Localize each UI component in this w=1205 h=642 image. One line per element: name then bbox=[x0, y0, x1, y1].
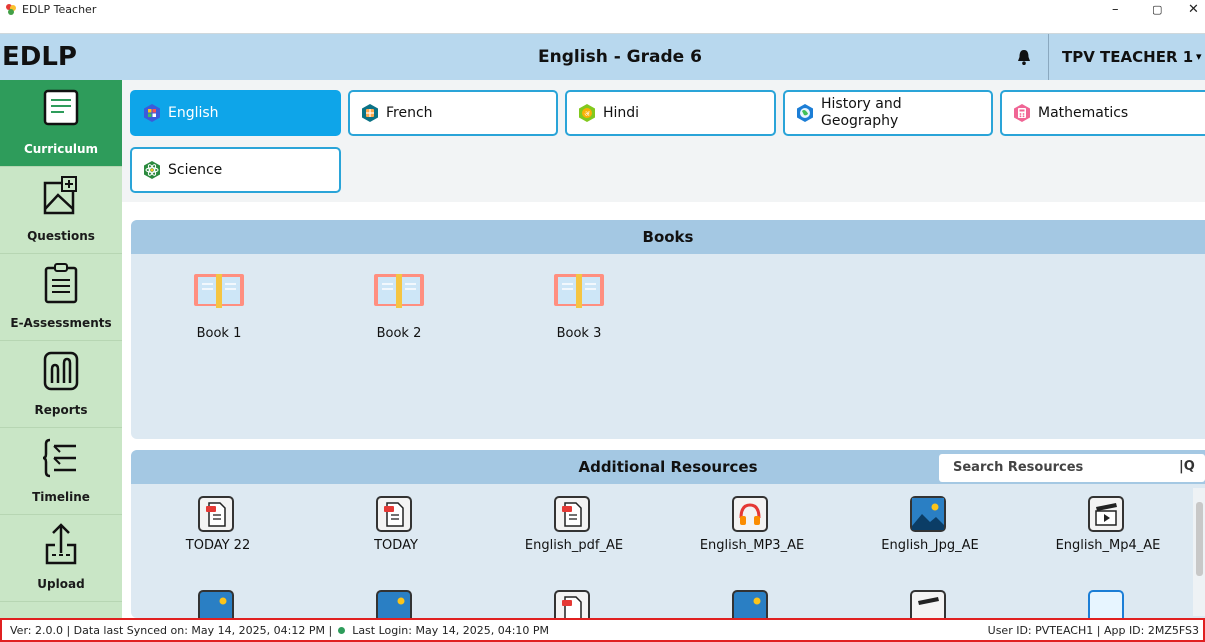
resource-title: English_Jpg_AE bbox=[881, 538, 979, 553]
globe-subject-icon bbox=[797, 104, 813, 122]
app-header: EDLP English - Grade 6 TPV TEACHER 1 ▾ bbox=[0, 34, 1205, 80]
upload-icon bbox=[45, 523, 77, 565]
book-icon bbox=[554, 274, 604, 308]
image-file-icon bbox=[376, 590, 412, 618]
user-menu[interactable]: TPV TEACHER 1 bbox=[1062, 34, 1193, 80]
books-panel: Books Book 1 Book 2 Book 3 bbox=[131, 220, 1205, 439]
sidebar-item-upload[interactable]: Upload bbox=[0, 515, 122, 602]
last-login-text: Last Login: May 14, 2025, 04:10 PM bbox=[352, 624, 550, 637]
book-title: Book 1 bbox=[196, 326, 242, 341]
status-left: Ver: 2.0.0 | Data last Synced on: May 14… bbox=[10, 624, 550, 637]
resource-title: English_pdf_AE bbox=[524, 538, 624, 553]
timeline-icon bbox=[42, 438, 76, 478]
reports-icon bbox=[43, 351, 79, 391]
english-subject-icon bbox=[144, 104, 160, 122]
sidebar-item-e-assessments[interactable]: E-Assessments bbox=[0, 254, 122, 341]
pdf-file-icon bbox=[554, 590, 590, 618]
resources-scrollbar[interactable] bbox=[1193, 488, 1205, 616]
user-id-text: User ID: PVTEACH1 bbox=[987, 624, 1094, 637]
svg-text:अ: अ bbox=[584, 110, 590, 118]
search-placeholder: Search Resources bbox=[953, 460, 1084, 475]
hindi-subject-icon: अ bbox=[579, 104, 595, 122]
pdf-file-icon bbox=[198, 496, 234, 532]
brand-logo: EDLP bbox=[0, 34, 122, 80]
mathematics-subject-icon bbox=[1014, 104, 1030, 122]
window-titlebar: EDLP Teacher – ▢ ✕ bbox=[0, 0, 1205, 34]
book-title: Book 2 bbox=[376, 326, 422, 341]
book-icon bbox=[374, 274, 424, 308]
search-icon[interactable]: |Q bbox=[1179, 459, 1195, 474]
tab-label: English bbox=[168, 104, 219, 121]
books-panel-title: Books bbox=[131, 220, 1205, 254]
chevron-down-icon[interactable]: ▾ bbox=[1196, 50, 1202, 63]
tab-label: History and Geography bbox=[821, 96, 902, 129]
image-file-icon bbox=[910, 496, 946, 532]
science-subject-icon bbox=[144, 161, 160, 179]
sync-text: Data last Synced on: May 14, 2025, 04:12… bbox=[73, 624, 325, 637]
header-divider bbox=[1048, 34, 1049, 80]
book-icon bbox=[194, 274, 244, 308]
tab-label: French bbox=[386, 104, 433, 121]
resource-title: English_Mp4_AE bbox=[1055, 538, 1161, 553]
version-text: Ver: 2.0.0 bbox=[10, 624, 63, 637]
french-subject-icon bbox=[362, 104, 378, 122]
tab-history-and-geography[interactable]: History and Geography bbox=[783, 90, 993, 136]
status-right: User ID: PVTEACH1 | App ID: 2MZ5FS3 bbox=[987, 624, 1199, 637]
sidebar-item-timeline[interactable]: Timeline bbox=[0, 428, 122, 515]
video-file-icon bbox=[1088, 496, 1124, 532]
tab-english[interactable]: English bbox=[130, 90, 341, 136]
sidebar-item-reports[interactable]: Reports bbox=[0, 341, 122, 428]
image-file-icon bbox=[198, 590, 234, 618]
sidebar-item-label: Curriculum bbox=[23, 142, 99, 156]
e-assessments-icon bbox=[44, 263, 78, 304]
video-file-icon bbox=[910, 590, 946, 618]
minimize-button[interactable]: – bbox=[1112, 2, 1119, 17]
book-title: Book 3 bbox=[556, 326, 602, 341]
sidebar: Curriculum Questions E-Assessments Repor… bbox=[0, 80, 122, 618]
questions-icon bbox=[43, 176, 77, 215]
bell-icon[interactable] bbox=[1015, 48, 1033, 66]
tab-science[interactable]: Science bbox=[130, 147, 341, 193]
tab-mathematics[interactable]: Mathematics bbox=[1000, 90, 1205, 136]
scrollbar-thumb[interactable] bbox=[1196, 502, 1203, 576]
resource-title: English_MP3_AE bbox=[699, 538, 805, 553]
resource-title: TODAY bbox=[374, 538, 418, 553]
tab-hindi[interactable]: अ Hindi bbox=[565, 90, 776, 136]
tab-label: Science bbox=[168, 161, 223, 178]
curriculum-icon bbox=[43, 89, 79, 126]
sidebar-item-label: Upload bbox=[37, 577, 85, 591]
search-input[interactable]: Search Resources |Q bbox=[939, 454, 1205, 482]
pdf-file-icon bbox=[554, 496, 590, 532]
tab-label: Hindi bbox=[603, 104, 640, 121]
page-title: English - Grade 6 bbox=[538, 47, 702, 67]
audio-file-icon bbox=[732, 496, 768, 532]
document-file-icon bbox=[1088, 590, 1124, 618]
sidebar-item-label: Reports bbox=[34, 403, 88, 417]
tab-label: Mathematics bbox=[1038, 104, 1129, 121]
close-button[interactable]: ✕ bbox=[1188, 2, 1199, 17]
sidebar-item-label: E-Assessments bbox=[10, 316, 112, 330]
restore-button[interactable]: ▢ bbox=[1152, 3, 1162, 16]
sidebar-item-curriculum[interactable]: Curriculum bbox=[0, 80, 122, 167]
sidebar-item-label: Timeline bbox=[32, 490, 90, 504]
resource-title: TODAY 22 bbox=[185, 538, 251, 553]
window-title: EDLP Teacher bbox=[22, 3, 97, 16]
tab-french[interactable]: French bbox=[348, 90, 558, 136]
app-id-text: App ID: 2MZ5FS3 bbox=[1103, 624, 1199, 637]
status-bar: Ver: 2.0.0 | Data last Synced on: May 14… bbox=[0, 618, 1205, 642]
sidebar-item-questions[interactable]: Questions bbox=[0, 167, 122, 254]
image-file-icon bbox=[732, 590, 768, 618]
pdf-file-icon bbox=[376, 496, 412, 532]
sidebar-item-label: Questions bbox=[27, 229, 95, 243]
app-logo-icon bbox=[6, 4, 16, 15]
online-status-icon bbox=[337, 627, 345, 634]
